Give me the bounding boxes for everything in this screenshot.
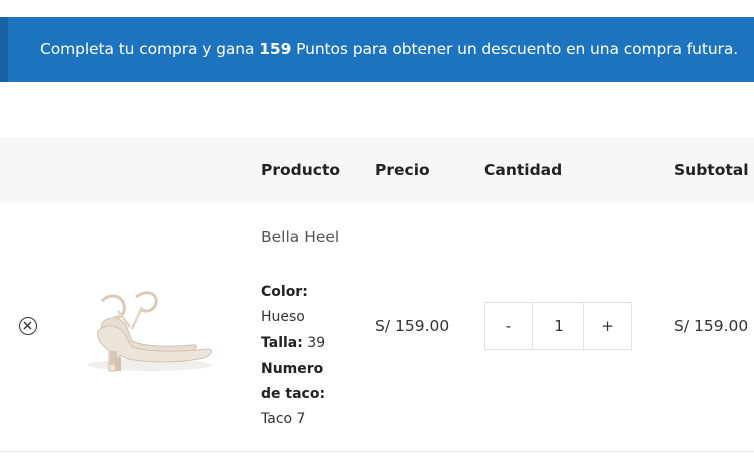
notice-points: 159 <box>259 40 292 58</box>
header-precio: Precio <box>375 161 430 179</box>
quantity-decrease-button[interactable]: - <box>484 302 533 350</box>
shoe-thumbnail-icon <box>80 253 220 398</box>
quantity-input[interactable]: 1 <box>534 302 584 350</box>
color-label: Color: <box>261 284 308 300</box>
close-icon <box>23 321 32 330</box>
variation-color: Color: Hueso <box>261 280 336 330</box>
header-subtotal: Subtotal <box>674 161 749 179</box>
talla-value: 39 <box>307 335 326 351</box>
taco-value: Taco 7 <box>261 411 306 427</box>
notice-prefix: Completa tu compra y gana <box>40 40 260 58</box>
remove-item-button[interactable] <box>19 317 37 335</box>
variation-talla: Talla: 39 <box>261 331 336 356</box>
quantity-stepper: - 1 + <box>484 302 633 350</box>
notice-suffix: Puntos para obtener un descuento en una … <box>291 40 739 58</box>
quantity-increase-button[interactable]: + <box>583 302 632 350</box>
header-cantidad: Cantidad <box>484 161 563 179</box>
points-notice-text: Completa tu compra y gana 159 Puntos par… <box>40 40 738 58</box>
cart-table-header: Producto Precio Cantidad Subtotal <box>0 137 754 202</box>
row-divider <box>0 451 754 452</box>
talla-label: Talla: <box>261 335 303 351</box>
points-notice-banner: Completa tu compra y gana 159 Puntos par… <box>0 17 754 82</box>
product-thumbnail[interactable] <box>80 253 220 398</box>
product-name-link[interactable]: Bella Heel <box>261 224 341 250</box>
product-subtotal: S/ 159.00 <box>674 317 749 335</box>
color-value: Hueso <box>261 309 305 325</box>
variation-taco: Numero de taco: Taco 7 <box>261 357 336 432</box>
product-price: S/ 159.00 <box>375 317 450 335</box>
header-producto: Producto <box>261 161 341 179</box>
taco-label: Numero de taco: <box>261 361 326 402</box>
